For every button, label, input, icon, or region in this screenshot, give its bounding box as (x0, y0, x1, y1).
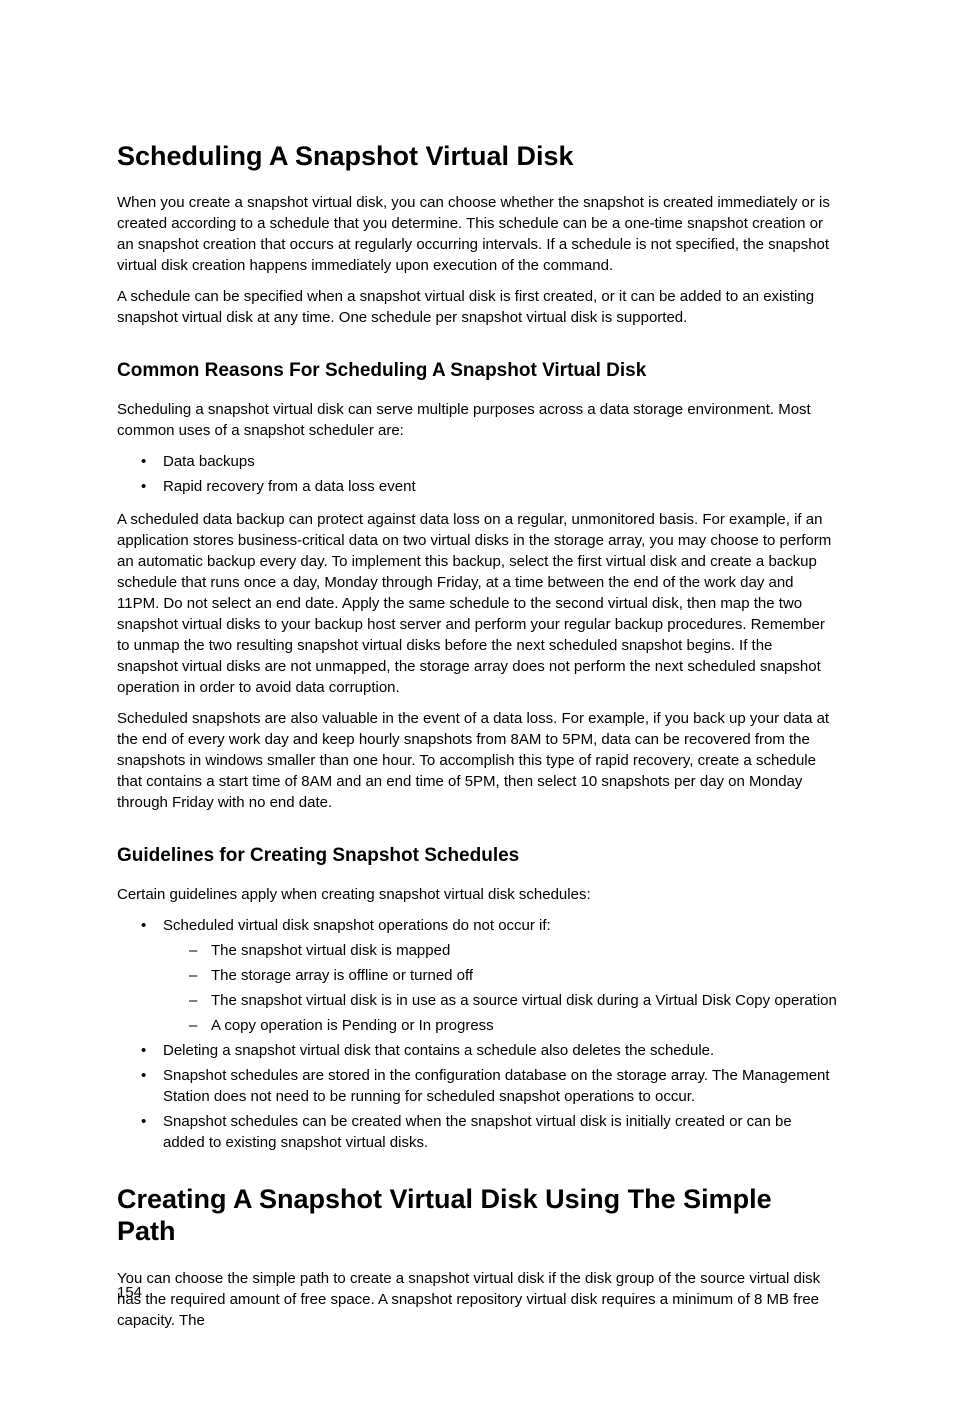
section-heading-creating-simple-path: Creating A Snapshot Virtual Disk Using T… (117, 1183, 837, 1248)
body-paragraph: Scheduled snapshots are also valuable in… (117, 708, 837, 813)
body-paragraph: A schedule can be specified when a snaps… (117, 286, 837, 328)
list-item-text: Scheduled virtual disk snapshot operatio… (163, 917, 551, 934)
list-item: Deleting a snapshot virtual disk that co… (117, 1040, 837, 1061)
bullet-list: Data backups Rapid recovery from a data … (117, 451, 837, 497)
bullet-list: Scheduled virtual disk snapshot operatio… (117, 915, 837, 1153)
list-item: The snapshot virtual disk is in use as a… (163, 990, 837, 1011)
body-paragraph: You can choose the simple path to create… (117, 1268, 837, 1331)
section-heading-common-reasons: Common Reasons For Scheduling A Snapshot… (117, 360, 837, 383)
body-paragraph: Certain guidelines apply when creating s… (117, 884, 837, 905)
page-number: 154 (117, 1284, 142, 1301)
section-heading-guidelines: Guidelines for Creating Snapshot Schedul… (117, 845, 837, 868)
body-paragraph: A scheduled data backup can protect agai… (117, 509, 837, 698)
body-paragraph: Scheduling a snapshot virtual disk can s… (117, 399, 837, 441)
list-item: Rapid recovery from a data loss event (117, 476, 837, 497)
list-item: Data backups (117, 451, 837, 472)
list-item: The storage array is offline or turned o… (163, 965, 837, 986)
list-item: Scheduled virtual disk snapshot operatio… (117, 915, 837, 1036)
dash-list: The snapshot virtual disk is mapped The … (163, 940, 837, 1036)
section-heading-scheduling: Scheduling A Snapshot Virtual Disk (117, 140, 837, 172)
list-item: Snapshot schedules are stored in the con… (117, 1065, 837, 1107)
list-item: Snapshot schedules can be created when t… (117, 1111, 837, 1153)
list-item: A copy operation is Pending or In progre… (163, 1015, 837, 1036)
list-item: The snapshot virtual disk is mapped (163, 940, 837, 961)
body-paragraph: When you create a snapshot virtual disk,… (117, 192, 837, 276)
document-page: Scheduling A Snapshot Virtual Disk When … (0, 0, 954, 1421)
